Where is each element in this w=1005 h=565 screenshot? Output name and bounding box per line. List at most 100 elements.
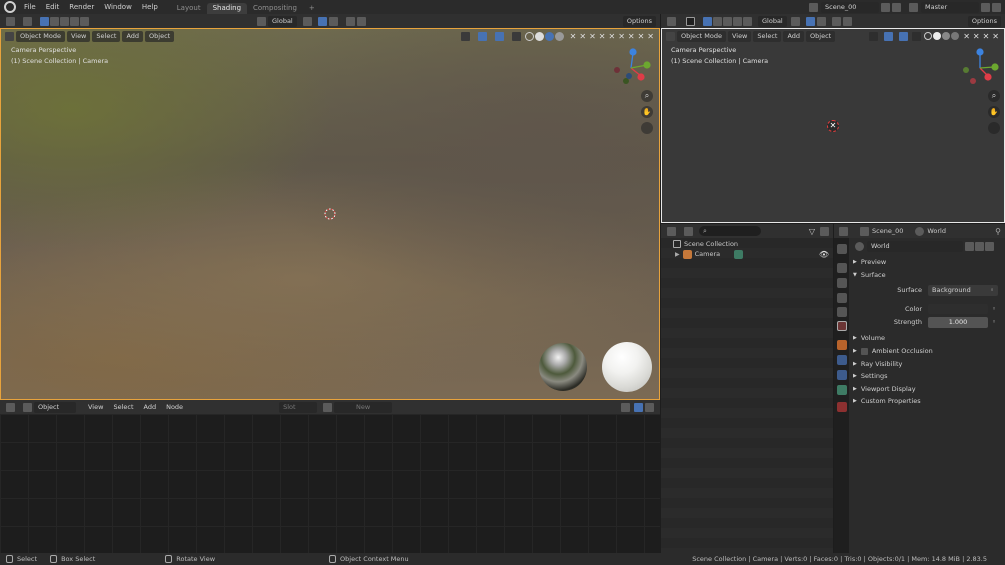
overlay-toggle-icon[interactable] [494, 31, 504, 41]
right-menu-object[interactable]: Object [806, 30, 836, 42]
shading-wireframe-icon[interactable] [524, 31, 534, 41]
strength-socket-icon[interactable]: ◦ [992, 318, 996, 326]
world-name-field[interactable]: World [867, 240, 963, 252]
physics-tab-icon[interactable] [837, 370, 847, 380]
select-mode-new-icon[interactable] [40, 16, 49, 26]
navigation-gizmo[interactable] [609, 45, 653, 91]
view-layer-field[interactable]: Master [921, 1, 979, 13]
new-view-layer-icon[interactable] [981, 2, 990, 12]
gizmo-toggle-icon[interactable] [477, 31, 487, 41]
properties-pin-icon[interactable]: ⚲ [995, 227, 1001, 236]
right-shading-solid-icon[interactable] [933, 32, 942, 40]
view-layer-tab-icon[interactable] [837, 293, 847, 303]
right-overlay-toggle-icon[interactable] [899, 31, 909, 41]
shader-type-dropdown[interactable]: Object [34, 401, 76, 413]
node-sidebar-icon[interactable] [621, 402, 630, 412]
menu-view[interactable]: View [66, 30, 91, 42]
menu-help[interactable]: Help [137, 0, 163, 14]
right-menu-select[interactable]: Select [753, 30, 782, 42]
add-workspace-button[interactable]: + [303, 3, 321, 14]
render-tab-icon[interactable] [837, 263, 847, 273]
camera-view-icon[interactable] [641, 122, 653, 134]
view-layer-icon[interactable] [909, 2, 918, 12]
right-gizmo-toggle-icon[interactable] [884, 31, 894, 41]
delete-view-layer-icon[interactable] [992, 2, 1001, 12]
object-tab-icon[interactable] [837, 340, 847, 350]
visibility-filter-icon[interactable] [460, 31, 470, 41]
right-snap-toggle-icon[interactable] [805, 16, 815, 26]
right-camera-view-icon[interactable] [988, 122, 1000, 134]
node-menu-select[interactable]: Select [109, 402, 137, 413]
new-material-button[interactable]: New [334, 401, 393, 413]
right-shading-rendered-icon[interactable] [951, 32, 960, 40]
node-object-icon[interactable] [23, 402, 32, 412]
right-shading-material-icon[interactable] [942, 32, 951, 40]
snap-target-icon[interactable] [328, 16, 338, 26]
outliner-filter-icon[interactable]: ▽ [809, 227, 815, 236]
pin-icon[interactable] [396, 403, 405, 412]
outliner-search-input[interactable]: ⌕ [699, 226, 761, 236]
right-editor-type-icon[interactable] [667, 16, 676, 26]
camera-data-icon[interactable] [734, 249, 744, 259]
proportional-edit-icon[interactable] [345, 16, 355, 26]
surface-shader-dropdown[interactable]: Background ◦ [928, 284, 998, 296]
right-orientation-dropdown[interactable]: Global [758, 15, 787, 27]
right-proportional-icon[interactable] [831, 16, 841, 26]
node-editor-canvas[interactable] [0, 414, 660, 553]
object-mode-icon[interactable] [5, 31, 14, 41]
right-xray-toggle-icon[interactable] [912, 31, 922, 41]
delete-scene-icon[interactable] [892, 2, 901, 12]
right-select-mode-invert-icon[interactable] [733, 16, 742, 26]
right-falloff-icon[interactable] [842, 16, 852, 26]
constraint-tab-icon[interactable] [837, 385, 847, 395]
snap-toggle-icon[interactable] [317, 16, 327, 26]
shading-rendered-icon[interactable] [554, 31, 564, 41]
tab-shading[interactable]: Shading [206, 2, 248, 14]
right-3d-viewport[interactable]: Object Mode View Select Add Object ✕✕✕✕ … [661, 28, 1005, 223]
modifier-tab-icon[interactable] [837, 355, 847, 365]
main-3d-viewport[interactable]: Object Mode View Select Add Object ✕✕✕✕✕… [0, 28, 660, 400]
transform-orientation-icon[interactable] [257, 16, 266, 26]
right-select-mode-new-icon[interactable] [703, 16, 712, 26]
select-tool-icon[interactable] [23, 16, 32, 26]
visibility-eye-icon[interactable]: 👁 [819, 250, 829, 259]
node-menu-add[interactable]: Add [140, 402, 161, 413]
panel-surface[interactable]: ▼ Surface [849, 269, 1005, 281]
menu-select[interactable]: Select [92, 30, 121, 42]
menu-add[interactable]: Add [122, 30, 144, 42]
zoom-icon[interactable]: ⌕ [641, 90, 653, 102]
right-options-dropdown[interactable]: Options [967, 15, 1001, 27]
right-select-mode-intersect-icon[interactable] [743, 16, 752, 26]
display-mode-icon[interactable] [684, 226, 693, 236]
outliner-item-camera[interactable]: ▶ Camera 👁 [661, 249, 833, 259]
orientation-dropdown[interactable]: Global [268, 15, 297, 27]
material-browse-icon[interactable] [323, 402, 333, 412]
shading-material-icon[interactable] [544, 31, 554, 41]
strength-field[interactable]: 1.000 [928, 316, 988, 328]
menu-render[interactable]: Render [64, 0, 99, 14]
unlink-world-icon[interactable] [985, 241, 994, 251]
panel-custom-properties[interactable]: ▶ Custom Properties [849, 395, 1005, 407]
right-object-mode-dropdown[interactable]: Object Mode [677, 30, 726, 42]
fake-user-shield-icon[interactable] [965, 241, 974, 251]
options-dropdown[interactable]: Options [622, 15, 656, 27]
node-overlay-icon[interactable] [634, 402, 643, 412]
world-tab-icon[interactable] [837, 321, 847, 331]
scene-tab-icon[interactable] [837, 307, 847, 317]
node-menu-node[interactable]: Node [162, 402, 187, 413]
select-mode-invert-icon[interactable] [70, 16, 79, 26]
menu-window[interactable]: Window [99, 0, 137, 14]
scene-icon[interactable] [809, 2, 818, 12]
right-pan-hand-icon[interactable]: ✋ [988, 106, 1000, 118]
node-editor-type-icon[interactable] [6, 402, 15, 412]
right-select-mode-extend-icon[interactable] [713, 16, 722, 26]
right-object-mode-icon[interactable] [666, 31, 675, 41]
falloff-icon[interactable] [356, 16, 366, 26]
select-mode-subtract-icon[interactable] [60, 16, 69, 26]
right-select-mode-subtract-icon[interactable] [723, 16, 732, 26]
right-zoom-icon[interactable]: ⌕ [988, 90, 1000, 102]
output-tab-icon[interactable] [837, 278, 847, 288]
xray-toggle-icon[interactable] [511, 31, 521, 41]
right-select-tool-icon[interactable] [686, 16, 695, 26]
menu-object[interactable]: Object [145, 30, 175, 42]
